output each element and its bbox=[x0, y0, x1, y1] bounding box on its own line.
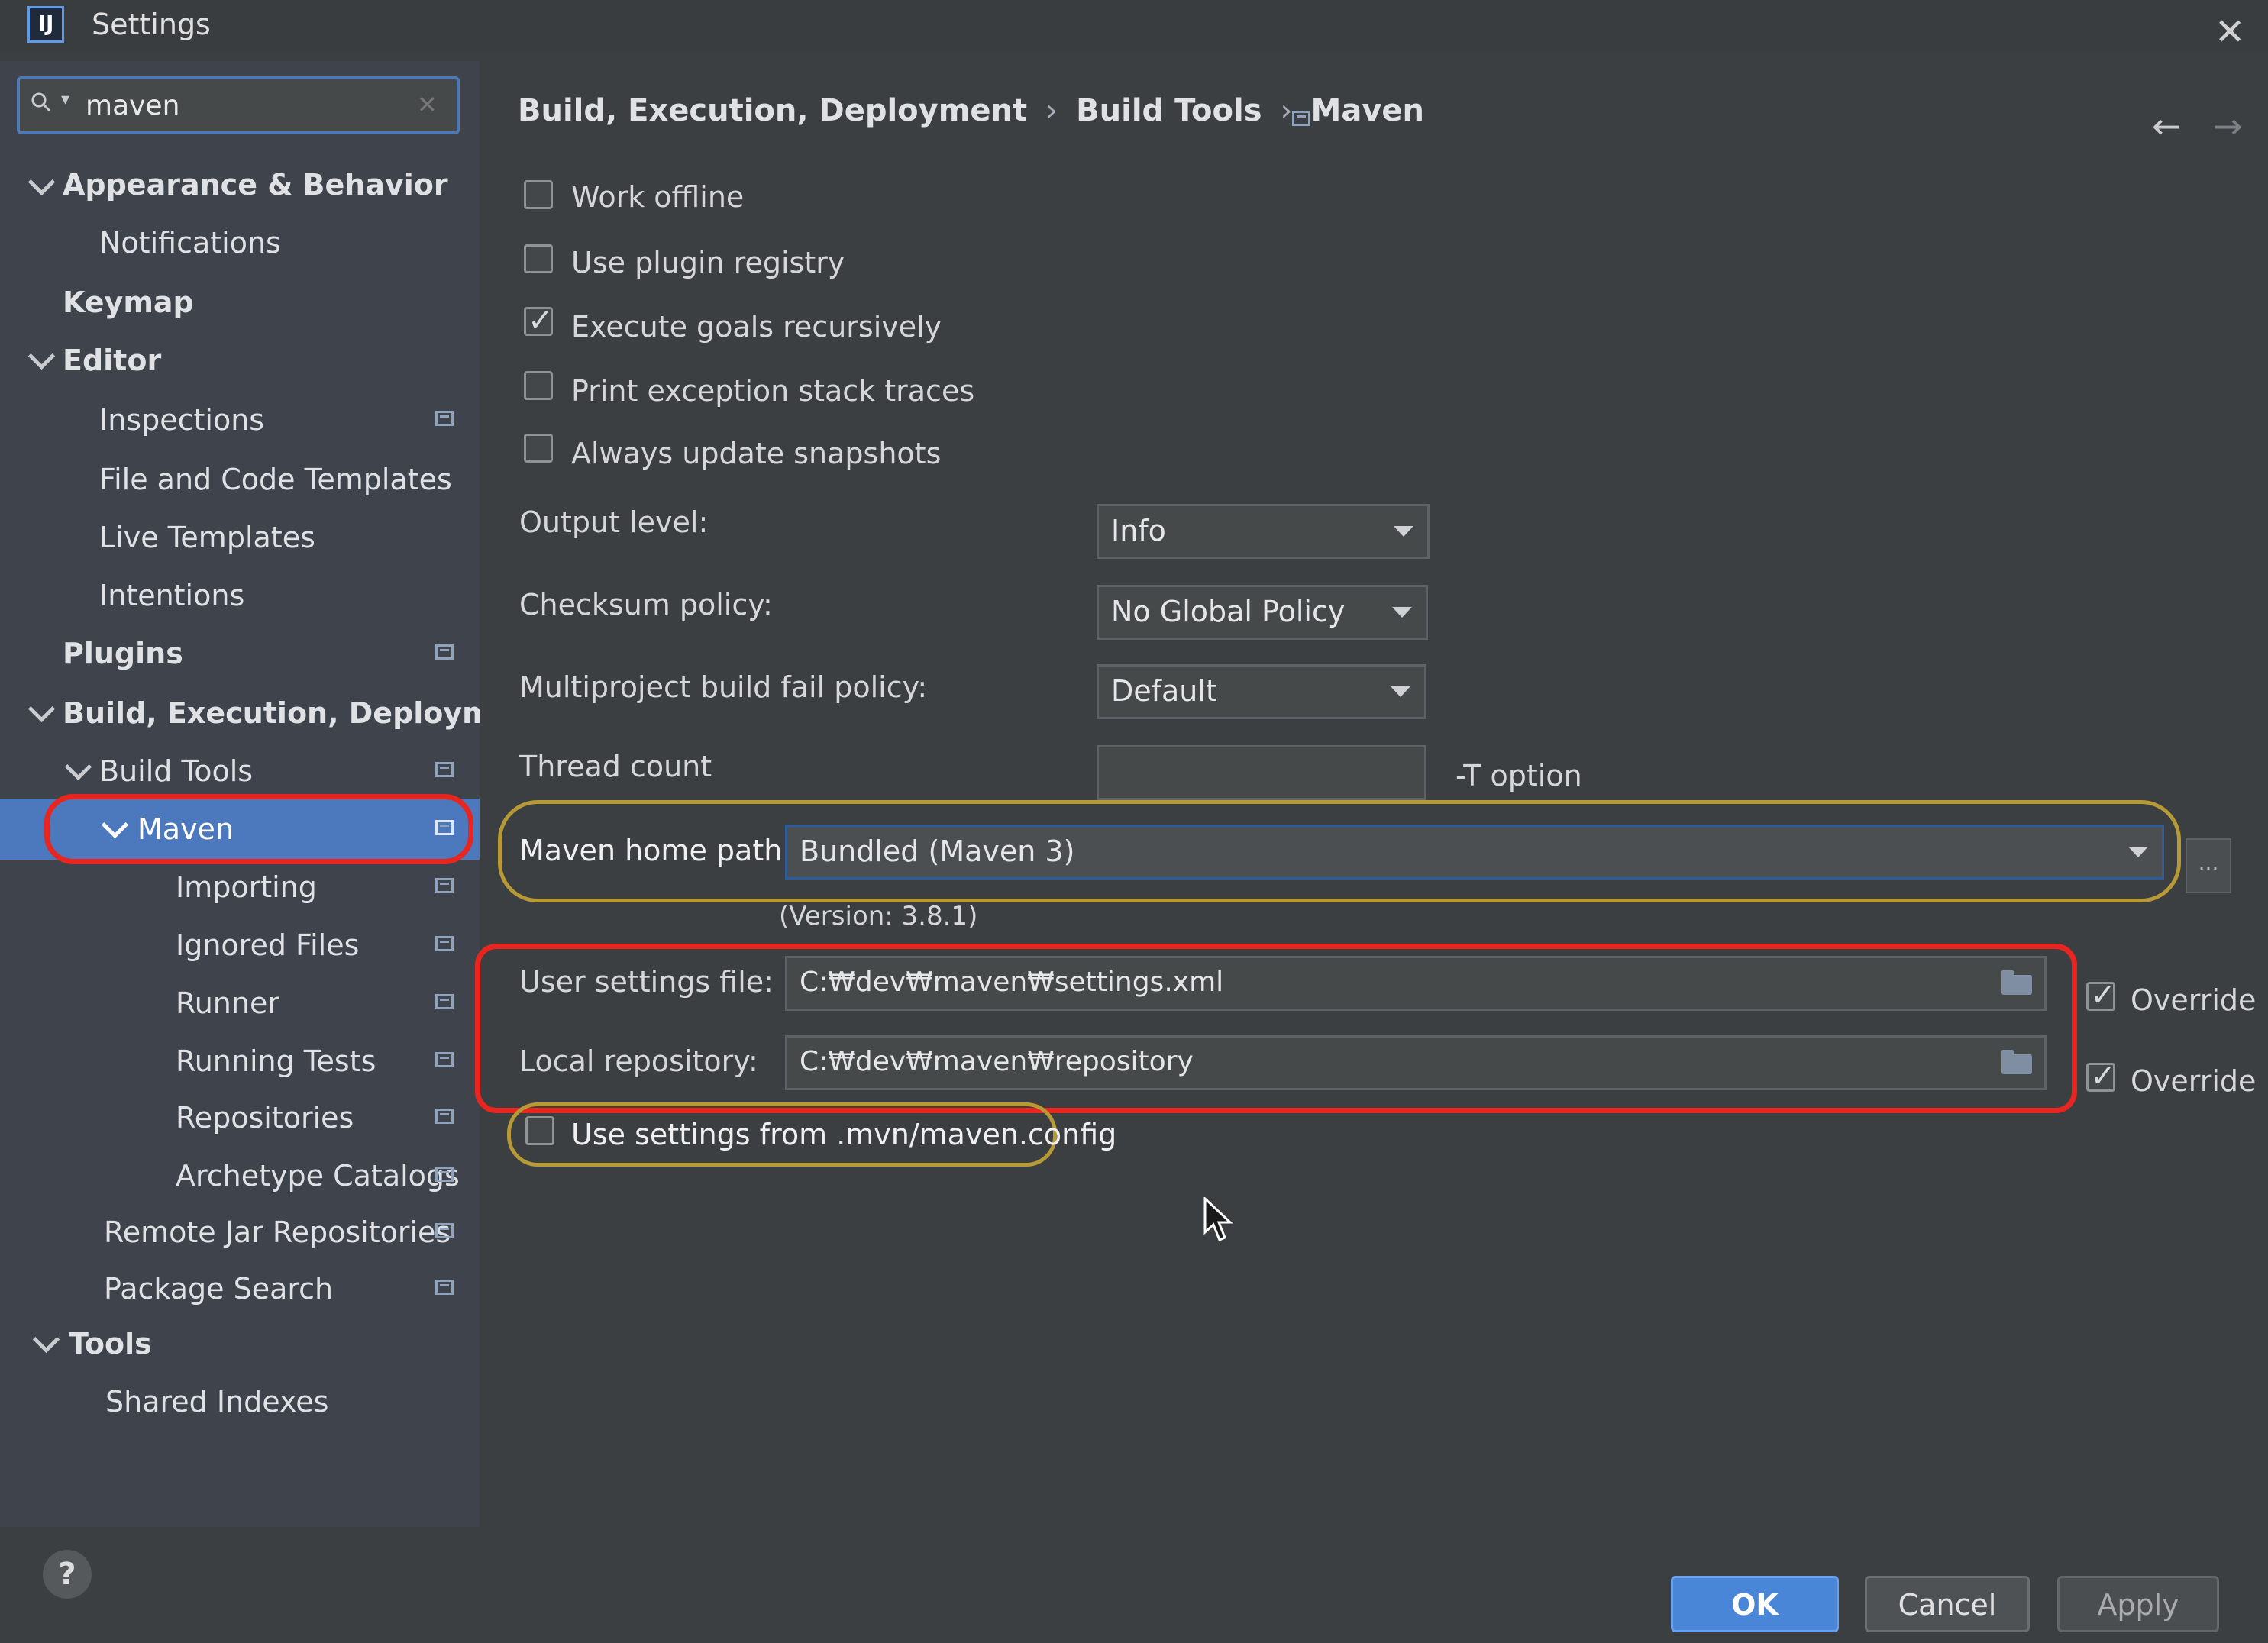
project-scope-icon bbox=[435, 1280, 454, 1295]
checksum-policy-label: Checksum policy: bbox=[519, 588, 773, 621]
project-scope-icon bbox=[435, 1167, 454, 1182]
multiproject-fail-policy-value: Default bbox=[1111, 674, 1217, 708]
use-plugin-registry-checkbox[interactable] bbox=[524, 244, 553, 273]
maven-version-text: (Version: 3.8.1) bbox=[779, 901, 978, 931]
window-title: Settings bbox=[92, 8, 211, 41]
sidebar-item-live-templates[interactable]: Live Templates bbox=[99, 515, 315, 560]
project-scope-icon bbox=[435, 936, 454, 951]
search-options-chevron-icon[interactable]: ▾ bbox=[61, 90, 69, 109]
sidebar-item-runner[interactable]: Runner bbox=[176, 980, 279, 1026]
maven-home-path-value: Bundled (Maven 3) bbox=[800, 834, 1075, 868]
clear-search-icon[interactable]: ✕ bbox=[417, 90, 438, 119]
override-user-settings-label: Override bbox=[2131, 983, 2257, 1017]
use-mvn-config-checkbox[interactable] bbox=[525, 1116, 554, 1145]
back-arrow-icon[interactable]: ← bbox=[2152, 105, 2182, 147]
annotation-box-user-settings bbox=[475, 944, 2077, 1113]
sidebar-item-shared-indexes[interactable]: Shared Indexes bbox=[105, 1379, 328, 1425]
project-scope-icon bbox=[435, 1223, 454, 1238]
breadcrumb-item[interactable]: Build Tools bbox=[1076, 93, 1262, 128]
forward-arrow-icon[interactable]: → bbox=[2213, 105, 2243, 147]
search-icon bbox=[31, 92, 51, 112]
sidebar-item-editor[interactable]: Editor bbox=[63, 337, 161, 383]
sidebar-item-inspections[interactable]: Inspections bbox=[99, 397, 264, 443]
search-value: maven bbox=[86, 90, 180, 121]
always-update-snapshots-checkbox[interactable] bbox=[524, 434, 553, 463]
project-scope-icon bbox=[435, 411, 454, 426]
dropdown-arrow-icon bbox=[1391, 686, 1410, 697]
title-bar bbox=[0, 0, 2268, 53]
thread-count-input[interactable] bbox=[1097, 745, 1426, 800]
mouse-cursor-icon bbox=[1203, 1197, 1233, 1241]
project-scope-icon bbox=[435, 1109, 454, 1124]
browse-maven-home-button[interactable]: ... bbox=[2186, 838, 2231, 893]
sidebar-item-archetype-catalogs[interactable]: Archetype Catalogs bbox=[176, 1153, 460, 1199]
apply-button[interactable]: Apply bbox=[2057, 1576, 2219, 1632]
app-logo-icon: IJ bbox=[27, 6, 64, 43]
dropdown-arrow-icon bbox=[1394, 526, 1413, 537]
sidebar-item-plugins[interactable]: Plugins bbox=[63, 631, 183, 676]
work-offline-label: Work offline bbox=[571, 180, 745, 214]
project-scope-icon bbox=[435, 878, 454, 893]
thread-count-label: Thread count bbox=[519, 750, 712, 783]
override-local-repository-label: Override bbox=[2131, 1064, 2257, 1098]
close-icon[interactable]: ✕ bbox=[2215, 14, 2245, 50]
use-plugin-registry-label: Use plugin registry bbox=[571, 246, 845, 279]
breadcrumb: Build, Execution, Deployment › Build Tools… bbox=[518, 93, 1424, 128]
breadcrumb-item-current: Maven bbox=[1310, 93, 1425, 128]
always-update-snapshots-label: Always update snapshots bbox=[571, 437, 942, 470]
help-icon[interactable]: ? bbox=[43, 1550, 92, 1599]
project-scope-icon bbox=[1292, 111, 1310, 126]
thread-count-suffix: -T option bbox=[1455, 759, 1582, 792]
breadcrumb-item[interactable]: Build, Execution, Deployment bbox=[518, 93, 1027, 128]
annotation-circle-maven bbox=[44, 794, 473, 864]
sidebar-item-file-code-templates[interactable]: File and Code Templates bbox=[99, 457, 452, 502]
output-level-dropdown[interactable]: Info bbox=[1097, 504, 1430, 559]
sidebar-item-importing[interactable]: Importing bbox=[176, 864, 317, 910]
dropdown-arrow-icon bbox=[1392, 607, 1412, 618]
output-level-value: Info bbox=[1111, 514, 1166, 547]
sidebar-item-build-execution-deployment[interactable]: Build, Execution, Deployment bbox=[63, 690, 547, 736]
execute-goals-recursively-checkbox[interactable] bbox=[524, 303, 554, 338]
sidebar-item-package-search[interactable]: Package Search bbox=[104, 1266, 333, 1312]
dropdown-arrow-icon bbox=[2128, 847, 2148, 857]
sidebar-item-remote-jar-repositories[interactable]: Remote Jar Repositories bbox=[104, 1209, 451, 1255]
sidebar-item-repositories[interactable]: Repositories bbox=[176, 1095, 354, 1141]
sidebar-item-tools[interactable]: Tools bbox=[69, 1321, 152, 1367]
project-scope-icon bbox=[435, 994, 454, 1009]
sidebar-item-build-tools[interactable]: Build Tools bbox=[99, 748, 253, 794]
project-scope-icon bbox=[435, 1052, 454, 1067]
sidebar-item-intentions[interactable]: Intentions bbox=[99, 573, 244, 618]
cancel-button[interactable]: Cancel bbox=[1865, 1576, 2030, 1632]
project-scope-icon bbox=[435, 644, 454, 660]
sidebar-item-keymap[interactable]: Keymap bbox=[63, 279, 194, 325]
breadcrumb-separator: › bbox=[1045, 93, 1058, 128]
multiproject-fail-policy-dropdown[interactable]: Default bbox=[1097, 664, 1426, 719]
maven-home-path-dropdown[interactable]: Bundled (Maven 3) bbox=[785, 825, 2164, 880]
checksum-policy-dropdown[interactable]: No Global Policy bbox=[1097, 585, 1428, 640]
sidebar-item-ignored-files[interactable]: Ignored Files bbox=[176, 922, 359, 968]
work-offline-checkbox[interactable] bbox=[524, 180, 553, 209]
ok-button[interactable]: OK bbox=[1671, 1576, 1839, 1632]
maven-home-path-label: Maven home path: bbox=[519, 834, 793, 867]
sidebar-item-running-tests[interactable]: Running Tests bbox=[176, 1038, 376, 1084]
project-scope-icon bbox=[435, 762, 454, 777]
sidebar-item-notifications[interactable]: Notifications bbox=[99, 220, 281, 266]
override-user-settings-checkbox[interactable] bbox=[2086, 978, 2116, 1013]
print-exception-stack-traces-checkbox[interactable] bbox=[524, 371, 553, 400]
override-local-repository-checkbox[interactable] bbox=[2086, 1059, 2116, 1094]
output-level-label: Output level: bbox=[519, 505, 709, 539]
execute-goals-recursively-label: Execute goals recursively bbox=[571, 310, 942, 344]
sidebar-item-appearance-behavior[interactable]: Appearance & Behavior bbox=[63, 162, 448, 208]
print-exception-stack-traces-label: Print exception stack traces bbox=[571, 374, 975, 408]
use-mvn-config-label: Use settings from .mvn/maven.config bbox=[571, 1118, 1117, 1151]
multiproject-fail-policy-label: Multiproject build fail policy: bbox=[519, 670, 928, 704]
search-input[interactable]: ▾ maven ✕ bbox=[17, 76, 460, 134]
checksum-policy-value: No Global Policy bbox=[1111, 595, 1346, 628]
